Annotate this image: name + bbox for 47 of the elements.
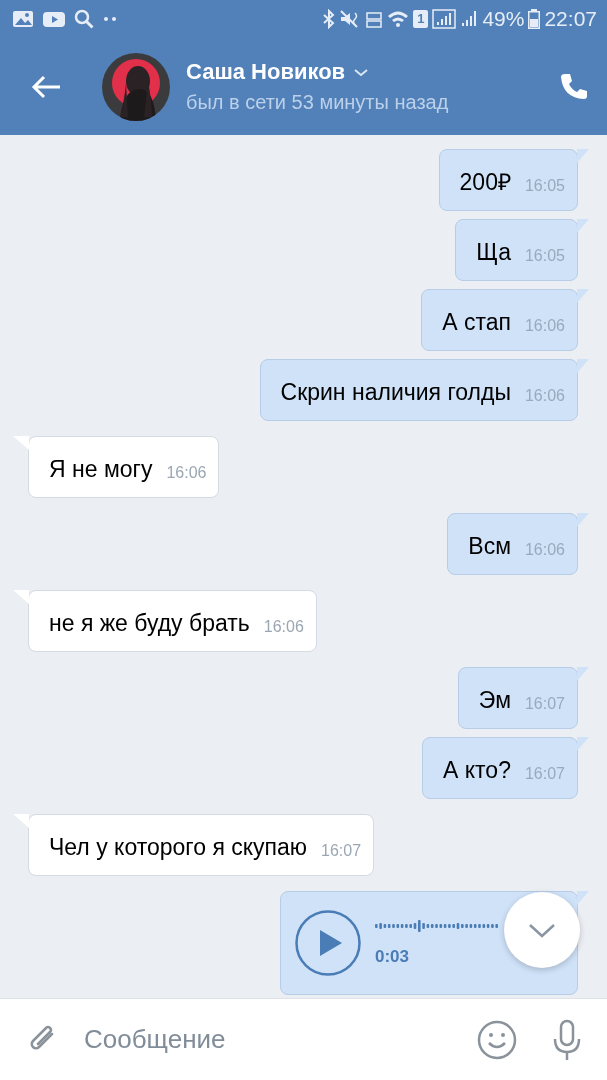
message-text: Чел у которого я скупаю xyxy=(49,833,308,862)
wifi-icon xyxy=(387,9,410,29)
message-text: Всм xyxy=(468,532,511,561)
message-input[interactable]: Сообщение xyxy=(82,1019,422,1060)
message-time: 16:07 xyxy=(321,841,362,861)
emoji-button[interactable] xyxy=(477,1019,517,1060)
message-time: 16:07 xyxy=(524,694,565,714)
battery-percent: 49% xyxy=(482,6,525,33)
more-icon xyxy=(102,14,118,24)
message-time: 16:06 xyxy=(524,386,565,406)
message-text: А кто? xyxy=(443,756,511,785)
video-icon xyxy=(42,9,66,29)
message-text: Ща xyxy=(476,238,511,267)
bluetooth-icon xyxy=(321,9,336,29)
message-text: Я не могу xyxy=(49,455,153,484)
signal-icon xyxy=(432,9,457,29)
phone-icon xyxy=(559,71,589,102)
sim-badge: 1 xyxy=(413,10,429,28)
message-text: не я же буду брать xyxy=(49,609,250,638)
message-time: 16:05 xyxy=(524,176,565,196)
contact-name[interactable]: Саша Новиков xyxy=(186,58,346,85)
message-text: Скрин наличия голды xyxy=(280,378,511,407)
message-text: Эм xyxy=(478,686,511,715)
image-icon xyxy=(12,9,34,29)
clock: 22:07 xyxy=(544,6,597,33)
play-icon xyxy=(295,910,361,976)
voice-duration: 0:03 xyxy=(375,946,411,969)
signal-icon xyxy=(460,9,479,29)
call-button[interactable] xyxy=(559,71,589,102)
chevron-down-icon xyxy=(528,921,556,939)
chevron-down-icon[interactable] xyxy=(353,66,370,77)
message-time: 16:06 xyxy=(166,463,207,483)
message-time: 16:06 xyxy=(263,617,304,637)
play-button[interactable] xyxy=(295,910,361,976)
message-text: А стап xyxy=(442,308,511,337)
microphone-button[interactable] xyxy=(551,1018,583,1061)
smiley-icon xyxy=(477,1019,517,1060)
message-time: 16:06 xyxy=(524,540,565,560)
battery-icon xyxy=(528,9,541,29)
search-icon xyxy=(74,9,94,29)
last-seen-status: был в сети 53 минуты назад xyxy=(186,89,449,115)
message-time: 16:06 xyxy=(524,316,565,336)
microphone-icon xyxy=(551,1018,583,1061)
composer-bar[interactable]: Сообщение xyxy=(0,998,607,1080)
message-time: 16:07 xyxy=(524,764,565,784)
message-time: 16:05 xyxy=(524,246,565,266)
message-text: 200₽ xyxy=(459,168,511,197)
